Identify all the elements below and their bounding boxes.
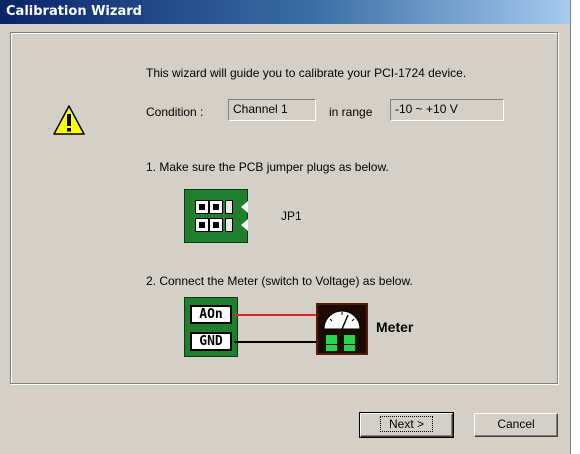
- step2-text: 2. Connect the Meter (switch to Voltage)…: [146, 274, 413, 288]
- content-group-box: [10, 32, 558, 384]
- voltmeter-icon: [316, 303, 368, 355]
- jumper-diagram: [184, 189, 248, 243]
- jumper-row-top: [195, 200, 248, 214]
- meter-dial-icon: [323, 310, 361, 330]
- next-button[interactable]: Next >: [359, 412, 454, 438]
- warning-icon: [53, 105, 85, 135]
- jumper-row-bottom: [195, 218, 248, 232]
- meter-label: Meter: [376, 319, 414, 335]
- condition-label: Condition :: [146, 105, 204, 119]
- jumper-label: JP1: [281, 209, 302, 223]
- cancel-button[interactable]: Cancel: [474, 413, 558, 437]
- range-field: -10 ~ +10 V: [390, 99, 504, 121]
- aon-wire: [234, 314, 318, 316]
- calibration-wizard-window: Calibration Wizard This wizard will guid…: [0, 0, 571, 454]
- next-button-label: Next >: [379, 416, 433, 432]
- range-label: in range: [329, 105, 373, 119]
- step1-text: 1. Make sure the PCB jumper plugs as bel…: [146, 160, 389, 174]
- window-title: Calibration Wizard: [0, 0, 570, 24]
- terminal-block: AOn GND: [184, 297, 238, 357]
- intro-text: This wizard will guide you to calibrate …: [146, 66, 467, 80]
- gnd-terminal-label: GND: [190, 332, 232, 351]
- aon-terminal-label: AOn: [190, 305, 232, 324]
- gnd-wire: [234, 341, 318, 343]
- channel-field: Channel 1: [228, 99, 316, 121]
